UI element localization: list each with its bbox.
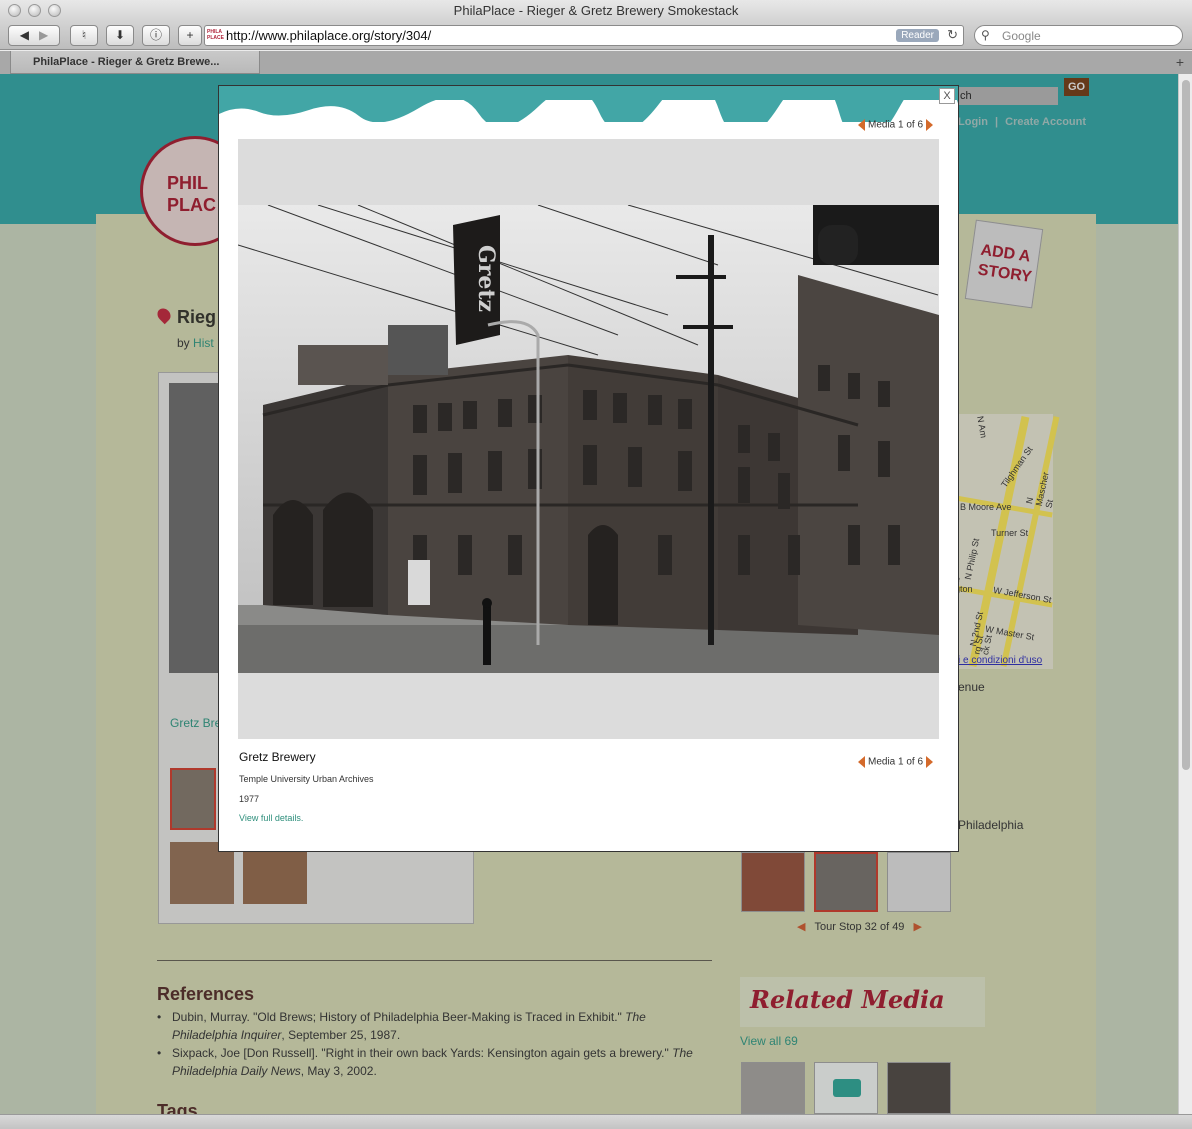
view-full-details-link[interactable]: View full details. — [239, 813, 303, 823]
add-tab-icon[interactable]: + — [1176, 54, 1184, 70]
bookmarks-icon: ♮ — [81, 28, 87, 42]
scrollbar-thumb[interactable] — [1182, 80, 1190, 770]
zoom-window-icon[interactable] — [48, 4, 61, 17]
media-year: 1977 — [239, 794, 260, 804]
media-counter-label: Media 1 of 6 — [868, 119, 924, 131]
download-icon: ⬇ — [114, 28, 126, 42]
tab-philaplace[interactable]: PhilaPlace - Rieger & Gretz Brewe... — [10, 51, 260, 74]
reload-icon[interactable]: ↻ — [947, 27, 958, 43]
media-lightbox: X Media 1 of 6 Gretz Gretz Brewery Templ… — [218, 85, 959, 852]
prev-media-icon[interactable] — [858, 119, 865, 131]
gretz-brewery-photo[interactable]: Gretz — [238, 205, 939, 673]
window-titlebar: PhilaPlace - Rieger & Gretz Brewery Smok… — [0, 0, 1192, 22]
media-counter-bottom: Media 1 of 6 — [858, 756, 934, 768]
prev-media-icon[interactable] — [858, 756, 865, 768]
plus-icon: + — [186, 28, 194, 42]
search-field[interactable]: ⚲ Google — [974, 25, 1183, 46]
media-caption-title: Gretz Brewery — [239, 750, 316, 764]
next-media-icon[interactable] — [926, 119, 934, 131]
new-tab-button[interactable]: + — [178, 25, 202, 46]
info-icon: ⓘ — [149, 28, 162, 42]
photo-illustration: Gretz — [238, 205, 939, 673]
forward-arrow-icon[interactable]: ▶ — [39, 28, 48, 42]
address-bar[interactable]: PHILA PLACE http://www.philaplace.org/st… — [204, 25, 964, 46]
photo-frame: Gretz — [238, 139, 939, 739]
back-arrow-icon[interactable]: ◀ — [20, 28, 29, 42]
browser-toolbar: ◀ ▶ ♮ ⬇ ⓘ + PHILA PLACE http://www.phila… — [0, 22, 1192, 50]
close-window-icon[interactable] — [8, 4, 21, 17]
downloads-button[interactable]: ⬇ — [106, 25, 134, 46]
page-scrollbar[interactable] — [1178, 74, 1192, 1114]
media-source: Temple University Urban Archives — [239, 774, 374, 784]
search-icon: ⚲ — [981, 28, 990, 42]
back-forward-buttons[interactable]: ◀ ▶ — [8, 25, 60, 46]
add-bookmark-button[interactable]: ♮ — [70, 25, 98, 46]
site-favicon: PHILA PLACE — [207, 29, 224, 41]
next-media-icon[interactable] — [926, 756, 934, 768]
tab-bar: PhilaPlace - Rieger & Gretz Brewe... + — [0, 51, 1192, 74]
window-title: PhilaPlace - Rieger & Gretz Brewery Smok… — [453, 3, 739, 18]
info-button[interactable]: ⓘ — [142, 25, 170, 46]
media-counter-top: Media 1 of 6 — [858, 119, 934, 131]
status-bar — [0, 1114, 1192, 1129]
search-placeholder: Google — [1002, 29, 1041, 43]
reader-button[interactable]: Reader — [896, 29, 939, 42]
close-button[interactable]: X — [939, 88, 955, 104]
torn-paper-edge — [219, 100, 958, 126]
media-counter-label: Media 1 of 6 — [868, 756, 924, 768]
minimize-window-icon[interactable] — [28, 4, 41, 17]
smokestack-sign: Gretz — [473, 245, 499, 312]
url-text[interactable]: http://www.philaplace.org/story/304/ — [226, 28, 431, 43]
